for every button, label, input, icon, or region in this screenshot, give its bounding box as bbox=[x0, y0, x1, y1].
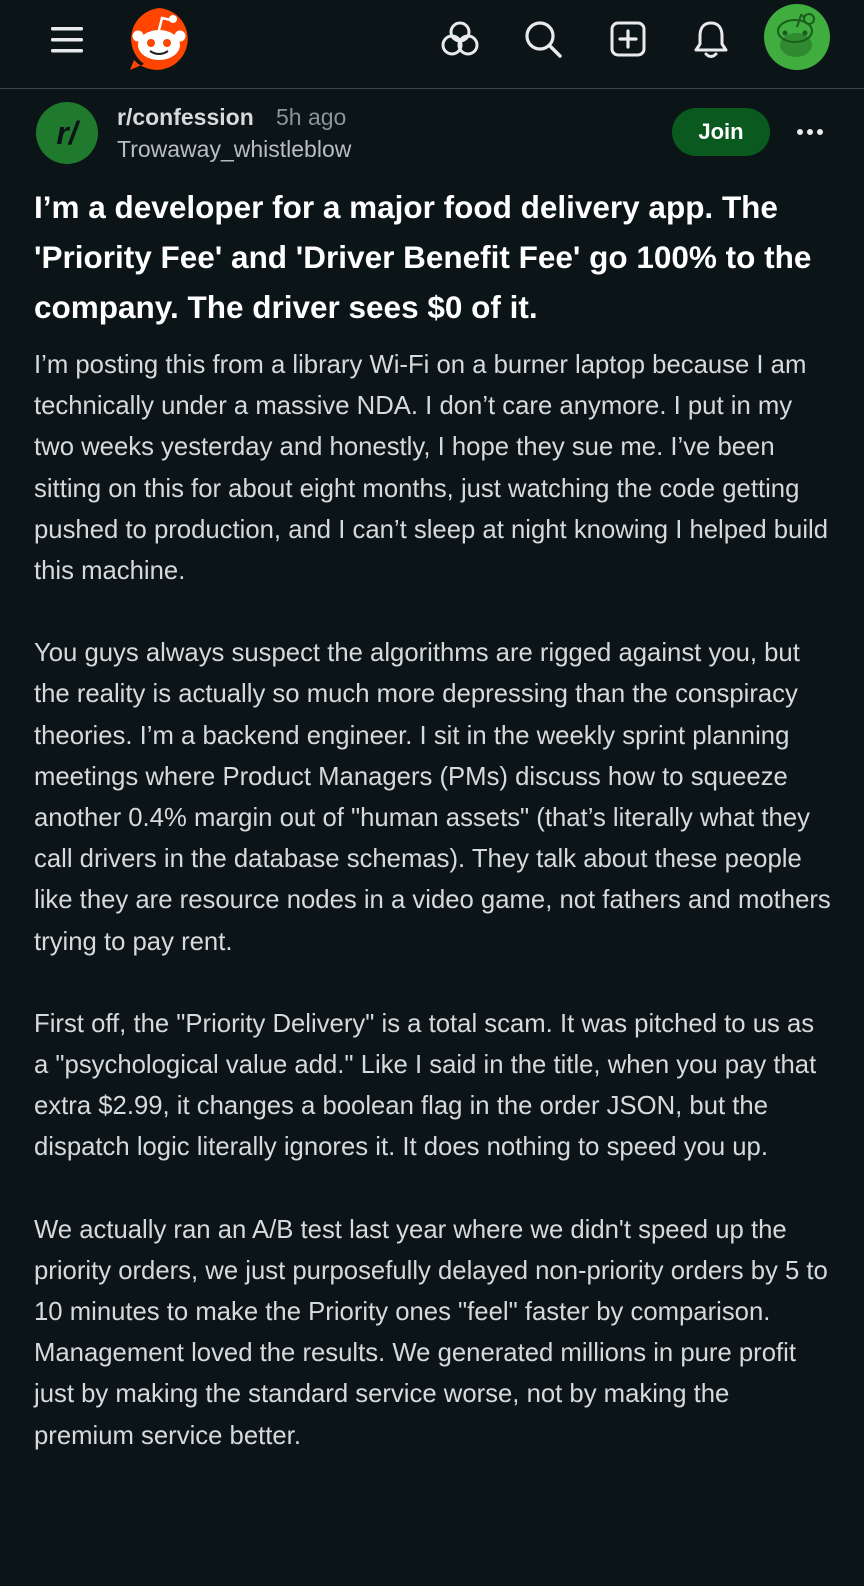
create-post-icon[interactable] bbox=[605, 16, 651, 62]
body-paragraph: First off, the "Priority Delivery" is a … bbox=[34, 1009, 817, 1162]
post-title: I’m a developer for a major food deliver… bbox=[34, 189, 812, 325]
more-options-icon[interactable] bbox=[790, 110, 830, 154]
notification-bell-icon[interactable] bbox=[688, 16, 734, 62]
subreddit-name[interactable]: r/confession bbox=[117, 104, 254, 131]
search-icon[interactable] bbox=[520, 16, 566, 62]
games-icon[interactable] bbox=[437, 16, 483, 62]
post-header: r/ r/confession 5h ago Trowaway_whistleb… bbox=[0, 88, 864, 180]
post-timestamp: 5h ago bbox=[276, 104, 347, 130]
reddit-logo[interactable] bbox=[124, 4, 194, 74]
body-paragraph: You guys always suspect the algorithms a… bbox=[34, 639, 831, 956]
post-author[interactable]: Trowaway_whistleblow bbox=[117, 136, 351, 163]
user-avatar[interactable] bbox=[763, 3, 831, 71]
subreddit-icon[interactable]: r/ bbox=[36, 102, 98, 164]
post-body: I’m posting this from a library Wi-Fi on… bbox=[34, 345, 834, 1498]
menu-icon[interactable] bbox=[42, 18, 92, 62]
body-paragraph: We actually ran an A/B test last year wh… bbox=[34, 1215, 828, 1450]
join-button[interactable]: Join bbox=[672, 108, 770, 156]
top-navigation-bar bbox=[0, 0, 864, 89]
subreddit-icon-text: r/ bbox=[56, 115, 80, 151]
body-paragraph: I’m posting this from a library Wi-Fi on… bbox=[34, 351, 829, 586]
